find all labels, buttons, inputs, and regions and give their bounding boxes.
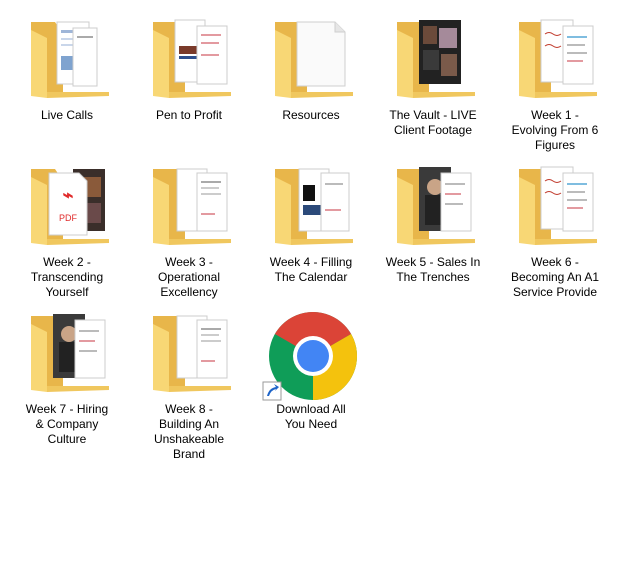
item-label: Week 7 - Hiring & Company Culture: [25, 402, 109, 446]
folder-icon: [17, 310, 117, 400]
folder-icon: [505, 16, 605, 106]
folder-icon: [139, 16, 239, 106]
folder-icon: [261, 16, 361, 106]
folder-icon: [261, 163, 361, 253]
item-label: Week 3 - Operational Excellency: [157, 255, 221, 299]
item-label: Week 8 - Building An Unshakeable Brand: [153, 402, 225, 461]
folder-icon: [383, 16, 483, 106]
folder-week-6[interactable]: Week 6 - Becoming An A1 Service Provide: [494, 163, 616, 313]
svg-text:⌁: ⌁: [63, 185, 74, 205]
item-label: The Vault - LIVE Client Footage: [389, 108, 477, 137]
folder-icon: ⌁ PDF: [17, 163, 117, 253]
folder-icon: [17, 16, 117, 106]
item-label: Week 2 - Transcending Yourself: [30, 255, 104, 299]
folder-the-vault-live[interactable]: The Vault - LIVE Client Footage: [372, 16, 494, 166]
item-label: Pen to Profit: [155, 108, 223, 122]
folder-icon: [505, 163, 605, 253]
item-label: Week 4 - Filling The Calendar: [269, 255, 353, 284]
item-label: Live Calls: [40, 108, 94, 122]
folder-pen-to-profit[interactable]: Pen to Profit: [128, 16, 250, 166]
folder-week-2[interactable]: ⌁ PDF Week 2 - Transcending Yourself: [6, 163, 128, 313]
item-label: Week 5 - Sales In The Trenches: [385, 255, 481, 284]
file-explorer-icon-view: { "items": [ {"label": "Live Calls", "ty…: [0, 0, 624, 569]
item-label: Week 1 - Evolving From 6 Figures: [511, 108, 599, 152]
folder-icon: [139, 163, 239, 253]
item-label: Week 6 - Becoming An A1 Service Provide: [510, 255, 600, 299]
folder-week-5-sales-in[interactable]: Week 5 - Sales In The Trenches: [372, 163, 494, 313]
shortcut-download-all[interactable]: Download All You Need: [250, 310, 372, 460]
folder-week-4-filling[interactable]: Week 4 - Filling The Calendar: [250, 163, 372, 313]
svg-text:PDF: PDF: [59, 213, 78, 223]
item-label: Resources: [282, 108, 340, 122]
folder-week-1[interactable]: Week 1 - Evolving From 6 Figures: [494, 16, 616, 166]
folder-week-3[interactable]: Week 3 - Operational Excellency: [128, 163, 250, 313]
chrome-icon: [261, 310, 361, 401]
folder-icon: [139, 310, 239, 400]
folder-week-7-hiring[interactable]: Week 7 - Hiring & Company Culture: [6, 310, 128, 460]
folder-icon: [383, 163, 483, 253]
folder-resources[interactable]: Resources: [250, 16, 372, 166]
folder-live-calls[interactable]: Live Calls: [6, 16, 128, 166]
item-label: Download All You Need: [276, 402, 346, 431]
folder-week-8[interactable]: Week 8 - Building An Unshakeable Brand: [128, 310, 250, 461]
